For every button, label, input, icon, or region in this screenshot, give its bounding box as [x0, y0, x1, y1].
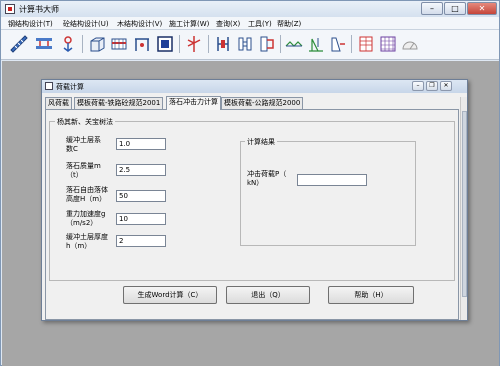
- tab-panel: 杨其新、关宝树法 缓冲土层系 数C 1.0 落石质量m （t） 2.5 落石自由…: [45, 109, 459, 320]
- dialog-close-button[interactable]: ✕: [440, 81, 452, 91]
- tab-rockfall-impact[interactable]: 落石冲击力计算: [166, 96, 221, 110]
- steel-section-icon[interactable]: [235, 34, 255, 54]
- vertical-scrollbar[interactable]: [460, 97, 467, 320]
- minimize-button[interactable]: –: [421, 2, 443, 15]
- gravity-label: 重力加速度g （m/s2）: [66, 210, 106, 227]
- tab-formwork-highway[interactable]: 模板荷载-公路规范2000: [221, 97, 304, 109]
- menu-construction-calc[interactable]: 施工计算(W): [169, 19, 209, 29]
- maximize-button[interactable]: □: [444, 2, 466, 15]
- toolbar-separator: [82, 35, 83, 53]
- toolbar: [1, 30, 499, 60]
- fall-height-label: 落石自由落体 高度H（m）: [66, 186, 108, 203]
- scrollbar-thumb[interactable]: [462, 111, 467, 297]
- app-window: 计算书大师 – □ ✕ 钢结构设计(T) 砼结构设计(U) 木结构设计(V) 施…: [0, 0, 500, 366]
- app-icon: [5, 4, 15, 14]
- tab-wind-load[interactable]: 风荷载: [45, 97, 72, 109]
- load-calc-dialog: 荷载计算 – ❐ ✕ 风荷载 模板荷载-铁路砼规范2001 落石冲击力计算 模板…: [41, 79, 468, 321]
- generate-word-button[interactable]: 生成Word计算（C）: [123, 286, 217, 304]
- truss-icon[interactable]: [284, 34, 304, 54]
- toolbar-separator: [351, 35, 352, 53]
- input-group-label: 杨其新、关宝树法: [55, 117, 115, 127]
- dialog-icon: [45, 82, 53, 90]
- dialog-title-bar: 荷载计算 – ❐ ✕: [42, 80, 467, 93]
- menu-concrete-design[interactable]: 砼结构设计(U): [63, 19, 109, 29]
- impact-load-output[interactable]: [297, 174, 367, 186]
- buffer-thickness-label: 缓冲土层厚度 h（m）: [66, 233, 108, 250]
- beam-icon[interactable]: [34, 34, 54, 54]
- menu-tools[interactable]: 工具(Y): [248, 19, 272, 29]
- rock-mass-label: 落石质量m （t）: [66, 162, 101, 179]
- toolbar-separator: [179, 35, 180, 53]
- wall-icon[interactable]: [306, 34, 326, 54]
- result-group: 计算结果 冲击荷载P（ kN）: [240, 137, 416, 246]
- dialog-minimize-button[interactable]: –: [412, 81, 424, 91]
- title-bar: 计算书大师 – □ ✕: [1, 1, 499, 17]
- buffer-coefficient-input[interactable]: 1.0: [116, 138, 166, 150]
- ruler-icon[interactable]: [9, 34, 29, 54]
- input-group: 杨其新、关宝树法 缓冲土层系 数C 1.0 落石质量m （t） 2.5 落石自由…: [49, 117, 455, 281]
- buffer-thickness-input[interactable]: 2: [116, 235, 166, 247]
- slab-icon[interactable]: [109, 34, 129, 54]
- impact-load-label: 冲击荷载P（ kN）: [247, 170, 287, 187]
- fall-height-input[interactable]: 50: [116, 190, 166, 202]
- buffer-coefficient-label: 缓冲土层系 数C: [66, 136, 101, 153]
- close-button[interactable]: ✕: [467, 2, 497, 15]
- rock-mass-input[interactable]: 2.5: [116, 164, 166, 176]
- grid-icon[interactable]: [378, 34, 398, 54]
- tab-formwork-railway[interactable]: 模板荷载-铁路砼规范2001: [74, 97, 164, 109]
- dialog-restore-button[interactable]: ❐: [426, 81, 438, 91]
- help-button[interactable]: 帮助（H）: [328, 286, 414, 304]
- section-icon[interactable]: [155, 34, 175, 54]
- box-icon[interactable]: [87, 34, 107, 54]
- bolt-icon[interactable]: [58, 34, 78, 54]
- menu-bar: 钢结构设计(T) 砼结构设计(U) 木结构设计(V) 施工计算(W) 查询(X)…: [1, 17, 499, 30]
- toolbar-separator: [280, 35, 281, 53]
- pipe-icon[interactable]: [257, 34, 277, 54]
- exit-button[interactable]: 退出（Q）: [226, 286, 310, 304]
- table-icon[interactable]: [356, 34, 376, 54]
- menu-timber-design[interactable]: 木结构设计(V): [117, 19, 162, 29]
- toolbar-separator: [208, 35, 209, 53]
- retaining-wall-icon[interactable]: [328, 34, 348, 54]
- app-title: 计算书大师: [19, 5, 59, 14]
- measure-icon[interactable]: [400, 34, 420, 54]
- gravity-input[interactable]: 10: [116, 213, 166, 225]
- menu-help[interactable]: 帮助(Z): [277, 19, 301, 29]
- menu-steel-design[interactable]: 钢结构设计(T): [8, 19, 53, 29]
- wood-icon[interactable]: [213, 34, 233, 54]
- column-icon[interactable]: [184, 34, 204, 54]
- frame-icon[interactable]: [132, 34, 152, 54]
- menu-query[interactable]: 查询(X): [216, 19, 240, 29]
- result-group-label: 计算结果: [245, 137, 277, 147]
- dialog-title: 荷载计算: [56, 83, 84, 91]
